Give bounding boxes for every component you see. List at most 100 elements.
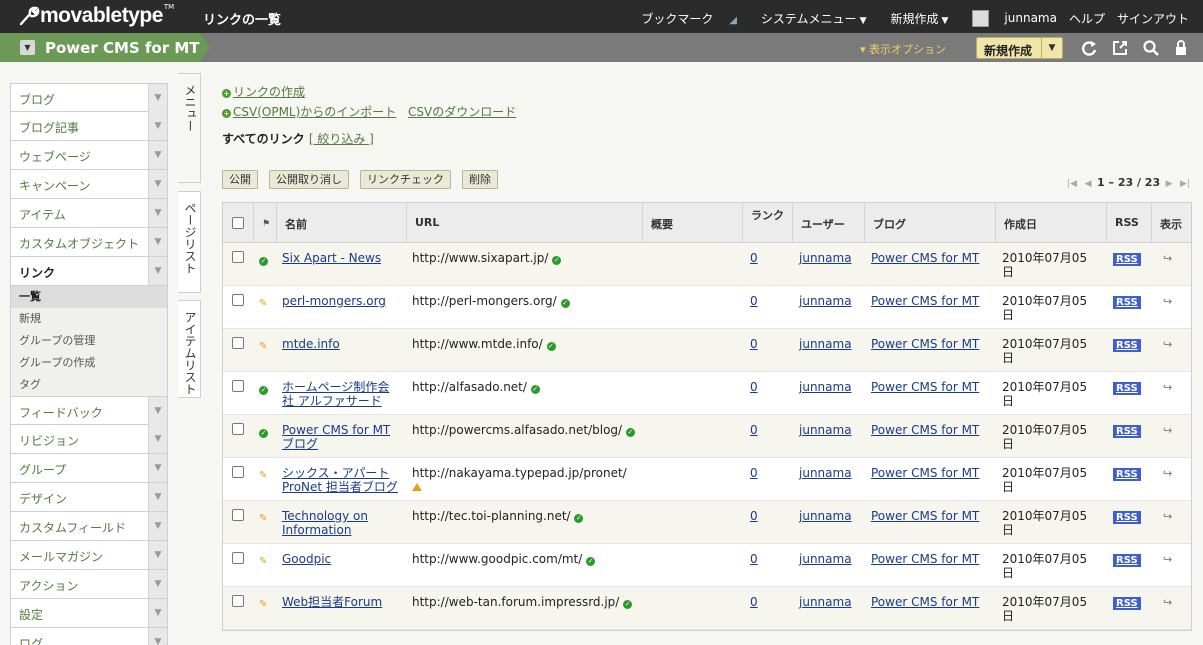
first-page-icon[interactable]: |◀ bbox=[1067, 179, 1077, 189]
chevron-down-icon[interactable]: ▼ bbox=[148, 425, 167, 453]
chevron-down-icon[interactable]: ▼ bbox=[148, 541, 167, 569]
blog-link[interactable]: Power CMS for MT bbox=[871, 552, 979, 566]
link-name[interactable]: Power CMS for MT ブログ bbox=[282, 423, 390, 451]
blog-link[interactable]: Power CMS for MT bbox=[871, 509, 979, 523]
chevron-down-icon[interactable]: ▼ bbox=[148, 454, 167, 482]
col-blog[interactable]: ブログ bbox=[864, 203, 995, 243]
blog-link[interactable]: Power CMS for MT bbox=[871, 251, 979, 265]
last-page-icon[interactable]: ▶| bbox=[1180, 179, 1190, 189]
link-name[interactable]: perl-mongers.org bbox=[282, 294, 386, 308]
blog-link[interactable]: Power CMS for MT bbox=[871, 595, 979, 609]
chevron-down-icon[interactable]: ▼ bbox=[148, 397, 167, 425]
user-link[interactable]: junnama bbox=[799, 294, 852, 308]
view-link-icon[interactable]: ↪ bbox=[1163, 338, 1172, 351]
tab-page-list[interactable]: ページリスト bbox=[178, 191, 201, 293]
rss-badge[interactable]: RSS bbox=[1113, 468, 1141, 481]
rss-badge[interactable]: RSS bbox=[1113, 253, 1141, 266]
row-checkbox[interactable] bbox=[232, 595, 244, 607]
view-link-icon[interactable]: ↪ bbox=[1163, 467, 1172, 480]
filter-link[interactable]: [ 絞り込み ] bbox=[309, 132, 374, 146]
view-link-icon[interactable]: ↪ bbox=[1163, 381, 1172, 394]
tab-item-list[interactable]: アイテムリスト bbox=[178, 300, 201, 398]
prev-page-icon[interactable]: ◀ bbox=[1085, 179, 1092, 189]
sidebar-subitem-manage-groups[interactable]: グループの管理 bbox=[11, 330, 167, 352]
create-link-action[interactable]: + リンクの作成 bbox=[222, 83, 305, 100]
sidebar-item-feedback[interactable]: フィードバック ▼ bbox=[10, 396, 168, 425]
rank-link[interactable]: 0 bbox=[750, 552, 758, 566]
blog-link[interactable]: Power CMS for MT bbox=[871, 466, 979, 480]
sidebar-item-groups[interactable]: グループ ▼ bbox=[10, 454, 168, 483]
chevron-down-icon[interactable]: ▼ bbox=[148, 170, 167, 198]
col-created[interactable]: 作成日 bbox=[995, 203, 1106, 243]
chevron-down-icon[interactable]: ▼ bbox=[148, 570, 167, 598]
col-summary[interactable]: 概要 bbox=[642, 203, 742, 243]
chevron-down-icon[interactable]: ▼ bbox=[148, 512, 167, 540]
new-create-button[interactable]: 新規作成 ▼ bbox=[976, 37, 1063, 59]
sidebar-subitem-create-group[interactable]: グループの作成 bbox=[11, 352, 167, 374]
link-name[interactable]: シックス・アパート ProNet 担当者ブログ bbox=[282, 466, 398, 494]
user-link[interactable]: junnama bbox=[799, 552, 852, 566]
view-link-icon[interactable]: ↪ bbox=[1163, 424, 1172, 437]
chevron-down-icon[interactable]: ▼ bbox=[148, 84, 167, 112]
download-csv-link[interactable]: CSVのダウンロード bbox=[408, 103, 516, 120]
chevron-down-icon[interactable]: ▼ bbox=[148, 599, 167, 627]
user-link[interactable]: junnama bbox=[799, 337, 852, 351]
rss-badge[interactable]: RSS bbox=[1113, 511, 1141, 524]
unpublish-button[interactable]: 公開取り消し bbox=[269, 170, 349, 189]
link-name[interactable]: Goodpic bbox=[282, 552, 331, 566]
sidebar-item-logs[interactable]: ログ ▼ bbox=[10, 628, 168, 645]
chevron-down-icon[interactable]: ▼ bbox=[148, 228, 167, 256]
new-create-menu[interactable]: 新規作成 ▼ bbox=[878, 10, 948, 27]
view-link-icon[interactable]: ↪ bbox=[1163, 295, 1172, 308]
view-link-icon[interactable]: ↪ bbox=[1163, 553, 1172, 566]
user-link[interactable]: junnama bbox=[799, 380, 852, 394]
blog-link[interactable]: Power CMS for MT bbox=[871, 380, 979, 394]
sidebar-item-blog[interactable]: ブログ ▼ bbox=[10, 83, 168, 112]
delete-button[interactable]: 削除 bbox=[462, 170, 498, 189]
blog-link[interactable]: Power CMS for MT bbox=[871, 294, 979, 308]
sidebar-item-revisions[interactable]: リビジョン ▼ bbox=[10, 425, 168, 454]
rank-link[interactable]: 0 bbox=[750, 595, 758, 609]
row-checkbox[interactable] bbox=[232, 509, 244, 521]
sidebar-item-design[interactable]: デザイン ▼ bbox=[10, 483, 168, 512]
lock-icon[interactable] bbox=[1172, 39, 1190, 57]
sidebar-item-actions[interactable]: アクション ▼ bbox=[10, 570, 168, 599]
link-name[interactable]: Technology on Information bbox=[282, 509, 368, 537]
sidebar-item-campaigns[interactable]: キャンペーン ▼ bbox=[10, 170, 168, 199]
chevron-down-icon[interactable]: ▼ bbox=[148, 141, 167, 169]
tab-menu[interactable]: メニュー bbox=[178, 73, 201, 183]
rank-link[interactable]: 0 bbox=[750, 251, 758, 265]
refresh-icon[interactable] bbox=[1080, 39, 1098, 57]
row-checkbox[interactable] bbox=[232, 337, 244, 349]
link-check-button[interactable]: リンクチェック bbox=[360, 170, 451, 189]
user-link[interactable]: junnama bbox=[799, 595, 852, 609]
view-link-icon[interactable]: ↪ bbox=[1163, 510, 1172, 523]
user-link[interactable]: junnama bbox=[799, 509, 852, 523]
help-link[interactable]: ヘルプ bbox=[1069, 10, 1105, 27]
sidebar-item-blog-entries[interactable]: ブログ記事 ▼ bbox=[10, 112, 168, 141]
view-link-icon[interactable]: ↪ bbox=[1163, 596, 1172, 609]
sidebar-item-links[interactable]: リンク ▼ bbox=[10, 257, 168, 286]
select-all-checkbox[interactable] bbox=[232, 217, 244, 229]
link-name[interactable]: Web担当者Forum bbox=[282, 595, 382, 609]
sidebar-item-custom-fields[interactable]: カスタムフィールド ▼ bbox=[10, 512, 168, 541]
rss-badge[interactable]: RSS bbox=[1113, 425, 1141, 438]
sidebar-item-settings[interactable]: 設定 ▼ bbox=[10, 599, 168, 628]
chevron-down-icon[interactable]: ▼ bbox=[148, 257, 167, 285]
import-csv-action[interactable]: + CSV(OPML)からのインポート bbox=[222, 103, 396, 120]
signout-link[interactable]: サインアウト bbox=[1117, 10, 1189, 27]
user-link[interactable]: junnama bbox=[799, 423, 852, 437]
user-menu[interactable]: junnama bbox=[960, 10, 1057, 27]
blog-selector[interactable]: ▼ Power CMS for MT bbox=[0, 33, 210, 62]
chevron-down-icon[interactable]: ▼ bbox=[148, 628, 167, 645]
row-checkbox[interactable] bbox=[232, 294, 244, 306]
link-name[interactable]: mtde.info bbox=[282, 337, 340, 351]
col-rank[interactable]: ランク bbox=[742, 203, 790, 243]
sidebar-subitem-list[interactable]: 一覧 bbox=[11, 286, 167, 308]
rank-link[interactable]: 0 bbox=[750, 509, 758, 523]
row-checkbox[interactable] bbox=[232, 423, 244, 435]
rank-link[interactable]: 0 bbox=[750, 380, 758, 394]
chevron-down-icon[interactable]: ▼ bbox=[148, 199, 167, 227]
row-checkbox[interactable] bbox=[232, 251, 244, 263]
chevron-down-icon[interactable]: ▼ bbox=[20, 40, 35, 55]
